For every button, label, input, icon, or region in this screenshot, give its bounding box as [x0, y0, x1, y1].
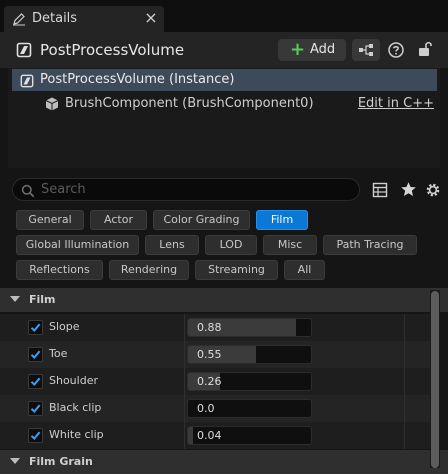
- details-header: PostProcessVolume + Add: [0, 32, 448, 68]
- edit-in-cpp-link[interactable]: Edit in C++: [358, 96, 434, 111]
- tree-item-label: BrushComponent (BrushComponent0): [65, 96, 314, 111]
- property-label: Black clip: [49, 401, 102, 414]
- override-checkbox[interactable]: [28, 374, 43, 389]
- category-streaming[interactable]: Streaming: [195, 260, 278, 280]
- category-lens[interactable]: Lens: [145, 235, 199, 255]
- blueprint-button[interactable]: [352, 39, 380, 61]
- category-global-illumination[interactable]: Global Illumination: [16, 235, 139, 255]
- tab-title: Details: [32, 11, 78, 26]
- post-process-volume-icon: [16, 42, 32, 58]
- override-checkbox[interactable]: [28, 347, 43, 362]
- property-row-toe: Toe 0.55: [0, 341, 430, 368]
- film-properties: Slope 0.88 Toe 0.55 Shoulder 0.26 Black …: [0, 314, 430, 449]
- property-label: Shoulder: [49, 374, 98, 387]
- property-row-slope: Slope 0.88: [0, 314, 430, 341]
- black-clip-value-field[interactable]: 0.0: [187, 399, 312, 418]
- close-icon[interactable]: ×: [142, 9, 160, 27]
- property-value: 0.0: [197, 402, 215, 415]
- section-film-header[interactable]: Film: [0, 288, 448, 312]
- override-checkbox[interactable]: [28, 428, 43, 443]
- category-path-tracing[interactable]: Path Tracing: [323, 235, 417, 255]
- scrollbar-thumb[interactable]: [431, 291, 439, 468]
- property-value: 0.88: [197, 321, 222, 334]
- value-slider-fill: [188, 427, 193, 444]
- cube-icon: [44, 96, 60, 112]
- override-checkbox[interactable]: [28, 320, 43, 335]
- plus-icon: +: [290, 39, 306, 60]
- category-color-grading[interactable]: Color Grading: [153, 210, 250, 230]
- white-clip-value-field[interactable]: 0.04: [187, 426, 312, 445]
- tree-item-label: PostProcessVolume (Instance): [40, 72, 235, 87]
- search-placeholder: Search: [41, 182, 86, 197]
- help-icon[interactable]: [387, 41, 405, 59]
- search-icon: [21, 183, 35, 198]
- section-title: Film Grain: [29, 455, 93, 468]
- category-general[interactable]: General: [16, 210, 84, 230]
- override-checkbox[interactable]: [28, 401, 43, 416]
- pencil-icon: [12, 11, 26, 26]
- property-row-white-clip: White clip 0.04: [0, 422, 430, 449]
- property-value: 0.55: [197, 348, 222, 361]
- category-rendering[interactable]: Rendering: [109, 260, 189, 280]
- actor-name: PostProcessVolume: [40, 41, 185, 59]
- property-label: Slope: [49, 320, 80, 333]
- slope-value-field[interactable]: 0.88: [187, 318, 312, 337]
- category-all[interactable]: All: [284, 260, 325, 280]
- gear-icon[interactable]: [424, 181, 442, 199]
- category-misc[interactable]: Misc: [263, 235, 317, 255]
- tree-item-instance[interactable]: PostProcessVolume (Instance): [12, 69, 437, 91]
- category-film[interactable]: Film: [256, 210, 308, 230]
- shoulder-value-field[interactable]: 0.26: [187, 372, 312, 391]
- category-reflections[interactable]: Reflections: [16, 260, 103, 280]
- table-view-icon[interactable]: [372, 182, 388, 198]
- component-tree: PostProcessVolume (Instance) BrushCompon…: [8, 68, 440, 168]
- chevron-down-icon: [10, 296, 20, 302]
- chevron-down-icon: [10, 458, 20, 464]
- property-value: 0.04: [197, 429, 222, 442]
- section-film-grain-header[interactable]: Film Grain: [0, 450, 448, 474]
- add-button-label: Add: [310, 42, 336, 57]
- toe-value-field[interactable]: 0.55: [187, 345, 312, 364]
- category-actor[interactable]: Actor: [90, 210, 147, 230]
- add-component-button[interactable]: + Add: [278, 39, 346, 61]
- star-icon[interactable]: [400, 181, 417, 198]
- property-row-black-clip: Black clip 0.0: [0, 395, 430, 422]
- property-value: 0.26: [197, 375, 222, 388]
- blueprint-icon: [359, 44, 373, 56]
- unlock-icon[interactable]: [416, 40, 434, 58]
- property-label: Toe: [49, 347, 68, 360]
- property-row-shoulder: Shoulder 0.26: [0, 368, 430, 395]
- category-lod[interactable]: LOD: [205, 235, 257, 255]
- tree-item-brush-component[interactable]: BrushComponent (BrushComponent0) Edit in…: [12, 93, 437, 115]
- post-process-volume-icon: [20, 73, 34, 88]
- property-label: White clip: [49, 428, 104, 441]
- section-title: Film: [29, 293, 56, 306]
- details-tab[interactable]: Details ×: [4, 6, 164, 32]
- search-input[interactable]: Search: [12, 178, 360, 201]
- tab-strip: Details ×: [0, 0, 448, 32]
